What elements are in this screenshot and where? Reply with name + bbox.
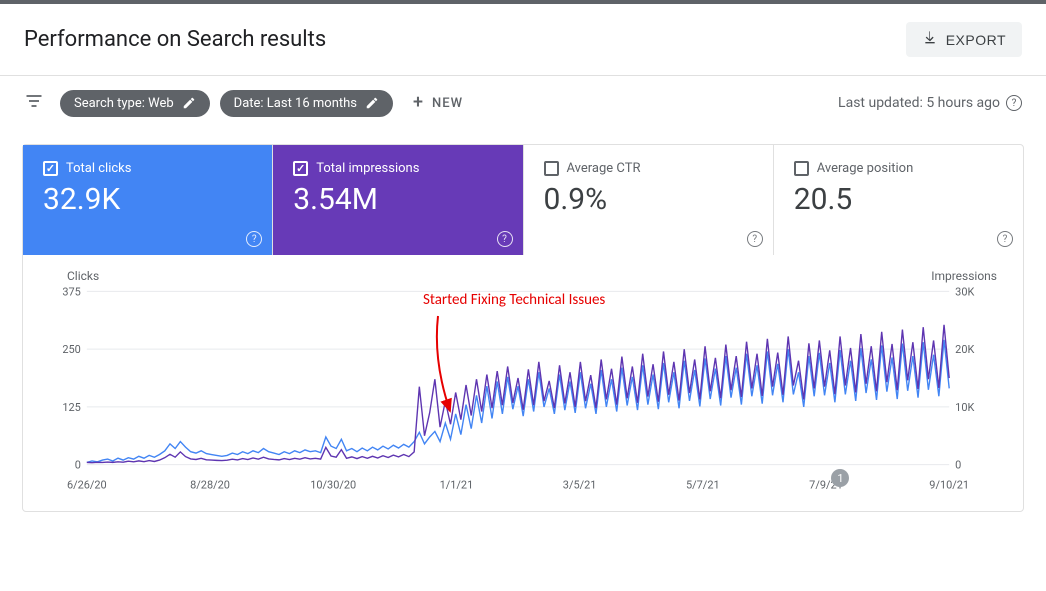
metric-value: 3.54M xyxy=(293,182,502,217)
page-header: Performance on Search results EXPORT xyxy=(0,4,1046,76)
svg-text:20K: 20K xyxy=(955,343,974,356)
metric-average-ctr[interactable]: Average CTR 0.9% ? xyxy=(524,145,774,255)
svg-text:30K: 30K xyxy=(955,285,974,298)
svg-text:1/1/21: 1/1/21 xyxy=(440,479,474,492)
help-icon[interactable]: ? xyxy=(497,231,513,247)
svg-text:9/10/21: 9/10/21 xyxy=(929,479,969,492)
help-icon[interactable]: ? xyxy=(747,231,763,247)
svg-text:125: 125 xyxy=(62,401,80,414)
help-icon[interactable]: ? xyxy=(1006,95,1022,111)
add-filter-button[interactable]: + NEW xyxy=(403,88,473,118)
svg-text:3/5/21: 3/5/21 xyxy=(563,479,597,492)
metric-total-impressions[interactable]: Total impressions 3.54M ? xyxy=(273,145,523,255)
filter-bar: Search type: Web Date: Last 16 months + … xyxy=(0,76,1046,130)
chip-date-label: Date: Last 16 months xyxy=(234,96,357,111)
help-icon[interactable]: ? xyxy=(246,231,262,247)
page-title: Performance on Search results xyxy=(24,27,326,52)
filter-icon[interactable] xyxy=(24,91,44,115)
pencil-icon xyxy=(182,96,196,110)
export-label: EXPORT xyxy=(946,32,1006,48)
download-icon xyxy=(922,30,938,49)
pencil-icon xyxy=(365,96,379,110)
chart-container: Clicks Impressions 0 125 250 375 0 10K 20K 30K 6… xyxy=(23,255,1023,499)
last-updated-text: Last updated: 5 hours ago xyxy=(838,95,1000,111)
metric-label: Average CTR xyxy=(567,161,641,176)
axis-left-label: Clicks xyxy=(67,269,99,283)
export-button[interactable]: EXPORT xyxy=(906,22,1022,57)
metric-value: 32.9K xyxy=(43,182,252,217)
svg-text:5/7/21: 5/7/21 xyxy=(686,479,720,492)
chip-search-type[interactable]: Search type: Web xyxy=(60,90,210,117)
checkbox-icon xyxy=(43,161,58,176)
svg-text:250: 250 xyxy=(62,343,80,356)
new-label: NEW xyxy=(432,96,463,111)
metric-total-clicks[interactable]: Total clicks 32.9K ? xyxy=(23,145,273,255)
metric-label: Total impressions xyxy=(316,161,419,176)
checkbox-icon xyxy=(794,161,809,176)
chip-date-range[interactable]: Date: Last 16 months xyxy=(220,90,393,117)
checkbox-icon xyxy=(544,161,559,176)
metric-value: 20.5 xyxy=(794,182,1003,217)
metric-label: Total clicks xyxy=(66,161,131,176)
plus-icon: + xyxy=(413,94,424,112)
help-icon[interactable]: ? xyxy=(997,231,1013,247)
chip-search-type-label: Search type: Web xyxy=(74,96,174,111)
axis-right-label: Impressions xyxy=(931,269,997,283)
svg-text:10/30/20: 10/30/20 xyxy=(310,479,356,492)
checkbox-icon xyxy=(293,161,308,176)
metric-row: Total clicks 32.9K ? Total impressions 3… xyxy=(23,145,1023,255)
svg-text:6/26/20: 6/26/20 xyxy=(67,479,107,492)
metric-value: 0.9% xyxy=(544,182,753,217)
svg-text:375: 375 xyxy=(62,285,80,298)
last-updated: Last updated: 5 hours ago ? xyxy=(838,95,1022,111)
metric-average-position[interactable]: Average position 20.5 ? xyxy=(774,145,1023,255)
svg-text:0: 0 xyxy=(955,459,961,472)
metric-label: Average position xyxy=(817,161,914,176)
svg-text:8/28/20: 8/28/20 xyxy=(190,479,230,492)
svg-text:10K: 10K xyxy=(955,401,974,414)
performance-card: Total clicks 32.9K ? Total impressions 3… xyxy=(22,144,1024,512)
svg-text:0: 0 xyxy=(75,459,81,472)
performance-chart: 0 125 250 375 0 10K 20K 30K 6/26/20 8/28/20 10/30/… xyxy=(47,269,999,499)
